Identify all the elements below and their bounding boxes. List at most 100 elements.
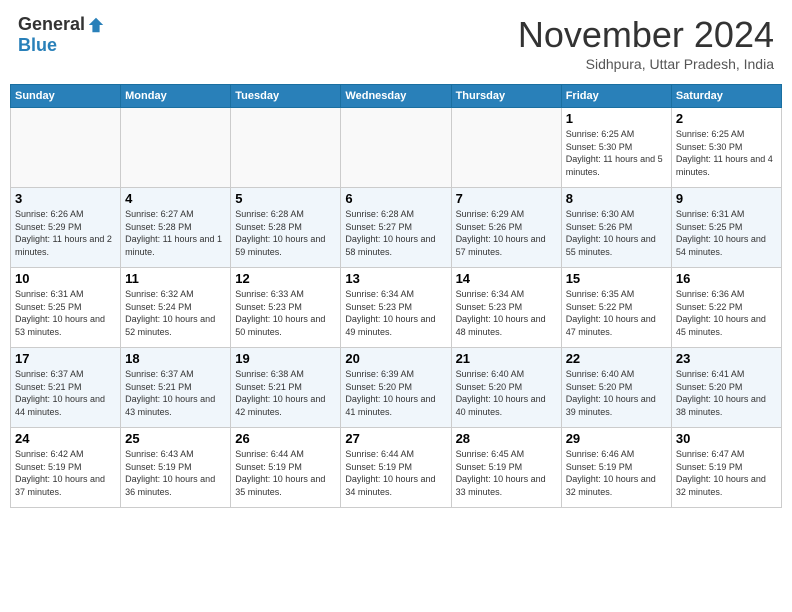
day-info: Sunrise: 6:31 AM Sunset: 5:25 PM Dayligh…	[676, 208, 777, 258]
day-number: 17	[15, 351, 116, 366]
day-info: Sunrise: 6:36 AM Sunset: 5:22 PM Dayligh…	[676, 288, 777, 338]
calendar-cell: 16 Sunrise: 6:36 AM Sunset: 5:22 PM Dayli…	[671, 268, 781, 348]
day-info: Sunrise: 6:35 AM Sunset: 5:22 PM Dayligh…	[566, 288, 667, 338]
column-header-thursday: Thursday	[451, 85, 561, 108]
day-info: Sunrise: 6:29 AM Sunset: 5:26 PM Dayligh…	[456, 208, 557, 258]
logo-blue: Blue	[18, 35, 57, 56]
day-info: Sunrise: 6:39 AM Sunset: 5:20 PM Dayligh…	[345, 368, 446, 418]
calendar-cell	[341, 108, 451, 188]
day-number: 6	[345, 191, 446, 206]
day-info: Sunrise: 6:25 AM Sunset: 5:30 PM Dayligh…	[566, 128, 667, 178]
day-number: 18	[125, 351, 226, 366]
column-header-wednesday: Wednesday	[341, 85, 451, 108]
calendar-cell: 24Sunrise: 6:42 AM Sunset: 5:19 PM Dayli…	[11, 428, 121, 508]
calendar-cell: 6 Sunrise: 6:28 AM Sunset: 5:27 PM Daylig…	[341, 188, 451, 268]
day-number: 29	[566, 431, 667, 446]
day-number: 10	[15, 271, 116, 286]
day-number: 25	[125, 431, 226, 446]
day-info: Sunrise: 6:28 AM Sunset: 5:27 PM Dayligh…	[345, 208, 446, 258]
day-number: 30	[676, 431, 777, 446]
calendar-cell: 2 Sunrise: 6:25 AM Sunset: 5:30 PM Daylig…	[671, 108, 781, 188]
month-title: November 2024	[518, 14, 774, 56]
calendar-week-4: 24Sunrise: 6:42 AM Sunset: 5:19 PM Dayli…	[11, 428, 782, 508]
day-number: 22	[566, 351, 667, 366]
calendar-cell: 7 Sunrise: 6:29 AM Sunset: 5:26 PM Daylig…	[451, 188, 561, 268]
column-header-friday: Friday	[561, 85, 671, 108]
day-number: 27	[345, 431, 446, 446]
day-number: 26	[235, 431, 336, 446]
calendar-cell: 1Sunrise: 6:25 AM Sunset: 5:30 PM Daylig…	[561, 108, 671, 188]
calendar-cell: 13 Sunrise: 6:34 AM Sunset: 5:23 PM Dayli…	[341, 268, 451, 348]
day-info: Sunrise: 6:34 AM Sunset: 5:23 PM Dayligh…	[456, 288, 557, 338]
calendar-cell: 28 Sunrise: 6:45 AM Sunset: 5:19 PM Dayli…	[451, 428, 561, 508]
logo: General Blue	[18, 14, 105, 56]
column-header-sunday: Sunday	[11, 85, 121, 108]
calendar-cell: 9 Sunrise: 6:31 AM Sunset: 5:25 PM Daylig…	[671, 188, 781, 268]
calendar-cell: 11 Sunrise: 6:32 AM Sunset: 5:24 PM Dayli…	[121, 268, 231, 348]
calendar-cell: 3Sunrise: 6:26 AM Sunset: 5:29 PM Daylig…	[11, 188, 121, 268]
day-number: 5	[235, 191, 336, 206]
day-number: 11	[125, 271, 226, 286]
calendar-week-1: 3Sunrise: 6:26 AM Sunset: 5:29 PM Daylig…	[11, 188, 782, 268]
day-number: 16	[676, 271, 777, 286]
logo-icon	[87, 16, 105, 34]
day-info: Sunrise: 6:37 AM Sunset: 5:21 PM Dayligh…	[125, 368, 226, 418]
day-info: Sunrise: 6:43 AM Sunset: 5:19 PM Dayligh…	[125, 448, 226, 498]
calendar-cell: 25 Sunrise: 6:43 AM Sunset: 5:19 PM Dayli…	[121, 428, 231, 508]
calendar-cell: 30Sunrise: 6:47 AM Sunset: 5:19 PM Dayli…	[671, 428, 781, 508]
day-info: Sunrise: 6:25 AM Sunset: 5:30 PM Dayligh…	[676, 128, 777, 178]
calendar-cell: 21Sunrise: 6:40 AM Sunset: 5:20 PM Dayli…	[451, 348, 561, 428]
calendar-cell	[231, 108, 341, 188]
calendar-cell: 23 Sunrise: 6:41 AM Sunset: 5:20 PM Dayli…	[671, 348, 781, 428]
day-info: Sunrise: 6:44 AM Sunset: 5:19 PM Dayligh…	[235, 448, 336, 498]
header: General Blue November 2024 Sidhpura, Utt…	[10, 10, 782, 76]
day-info: Sunrise: 6:34 AM Sunset: 5:23 PM Dayligh…	[345, 288, 446, 338]
day-number: 14	[456, 271, 557, 286]
location: Sidhpura, Uttar Pradesh, India	[518, 56, 774, 72]
day-info: Sunrise: 6:30 AM Sunset: 5:26 PM Dayligh…	[566, 208, 667, 258]
day-info: Sunrise: 6:27 AM Sunset: 5:28 PM Dayligh…	[125, 208, 226, 258]
day-number: 12	[235, 271, 336, 286]
day-info: Sunrise: 6:33 AM Sunset: 5:23 PM Dayligh…	[235, 288, 336, 338]
logo-general: General	[18, 14, 85, 35]
calendar-week-2: 10 Sunrise: 6:31 AM Sunset: 5:25 PM Dayli…	[11, 268, 782, 348]
day-info: Sunrise: 6:31 AM Sunset: 5:25 PM Dayligh…	[15, 288, 116, 338]
calendar-cell	[121, 108, 231, 188]
calendar-cell	[11, 108, 121, 188]
calendar-cell: 20 Sunrise: 6:39 AM Sunset: 5:20 PM Dayli…	[341, 348, 451, 428]
day-info: Sunrise: 6:32 AM Sunset: 5:24 PM Dayligh…	[125, 288, 226, 338]
day-info: Sunrise: 6:42 AM Sunset: 5:19 PM Dayligh…	[15, 448, 116, 498]
day-number: 9	[676, 191, 777, 206]
calendar-cell: 26 Sunrise: 6:44 AM Sunset: 5:19 PM Dayli…	[231, 428, 341, 508]
calendar-header-row: SundayMondayTuesdayWednesdayThursdayFrid…	[11, 85, 782, 108]
day-number: 23	[676, 351, 777, 366]
day-number: 28	[456, 431, 557, 446]
day-info: Sunrise: 6:37 AM Sunset: 5:21 PM Dayligh…	[15, 368, 116, 418]
calendar: SundayMondayTuesdayWednesdayThursdayFrid…	[10, 84, 782, 508]
day-number: 15	[566, 271, 667, 286]
day-number: 20	[345, 351, 446, 366]
day-info: Sunrise: 6:28 AM Sunset: 5:28 PM Dayligh…	[235, 208, 336, 258]
day-number: 19	[235, 351, 336, 366]
calendar-week-3: 17 Sunrise: 6:37 AM Sunset: 5:21 PM Dayli…	[11, 348, 782, 428]
day-info: Sunrise: 6:41 AM Sunset: 5:20 PM Dayligh…	[676, 368, 777, 418]
title-section: November 2024 Sidhpura, Uttar Pradesh, I…	[518, 14, 774, 72]
calendar-cell: 22 Sunrise: 6:40 AM Sunset: 5:20 PM Dayli…	[561, 348, 671, 428]
day-info: Sunrise: 6:40 AM Sunset: 5:20 PM Dayligh…	[566, 368, 667, 418]
day-number: 7	[456, 191, 557, 206]
day-info: Sunrise: 6:44 AM Sunset: 5:19 PM Dayligh…	[345, 448, 446, 498]
calendar-cell: 12 Sunrise: 6:33 AM Sunset: 5:23 PM Dayli…	[231, 268, 341, 348]
day-number: 8	[566, 191, 667, 206]
day-number: 2	[676, 111, 777, 126]
calendar-cell: 10 Sunrise: 6:31 AM Sunset: 5:25 PM Dayli…	[11, 268, 121, 348]
calendar-week-0: 1Sunrise: 6:25 AM Sunset: 5:30 PM Daylig…	[11, 108, 782, 188]
column-header-saturday: Saturday	[671, 85, 781, 108]
calendar-cell: 27 Sunrise: 6:44 AM Sunset: 5:19 PM Dayli…	[341, 428, 451, 508]
calendar-cell: 19Sunrise: 6:38 AM Sunset: 5:21 PM Dayli…	[231, 348, 341, 428]
day-number: 13	[345, 271, 446, 286]
day-info: Sunrise: 6:46 AM Sunset: 5:19 PM Dayligh…	[566, 448, 667, 498]
calendar-cell: 4Sunrise: 6:27 AM Sunset: 5:28 PM Daylig…	[121, 188, 231, 268]
calendar-cell: 18 Sunrise: 6:37 AM Sunset: 5:21 PM Dayli…	[121, 348, 231, 428]
day-info: Sunrise: 6:45 AM Sunset: 5:19 PM Dayligh…	[456, 448, 557, 498]
calendar-cell: 14 Sunrise: 6:34 AM Sunset: 5:23 PM Dayli…	[451, 268, 561, 348]
